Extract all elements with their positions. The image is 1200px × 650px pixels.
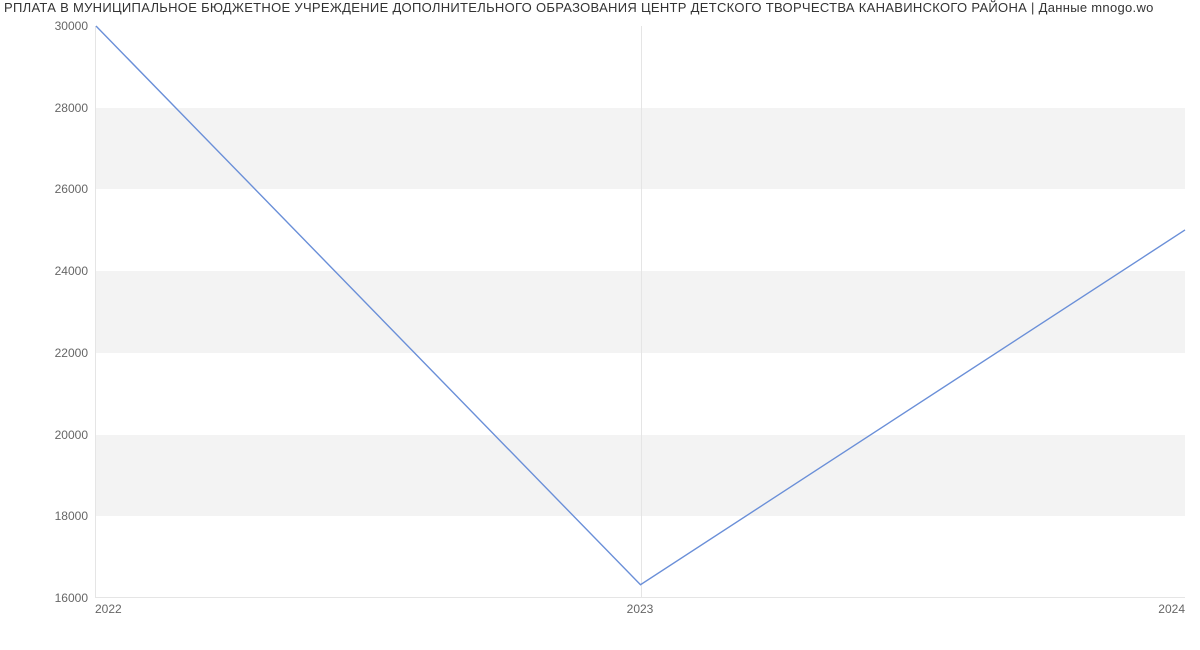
x-axis-tick: 2024 — [1158, 602, 1185, 616]
plot-container: 16000 18000 20000 22000 24000 26000 28000 30000… — [0, 18, 1200, 628]
y-axis-tick: 20000 — [8, 428, 88, 442]
y-axis-tick: 18000 — [8, 509, 88, 523]
y-axis-tick: 16000 — [8, 591, 88, 605]
x-axis-tick: 2023 — [627, 602, 654, 616]
plot-area — [95, 26, 1185, 598]
y-axis-tick: 24000 — [8, 264, 88, 278]
y-axis-tick: 26000 — [8, 182, 88, 196]
chart-title: РПЛАТА В МУНИЦИПАЛЬНОЕ БЮДЖЕТНОЕ УЧРЕЖДЕ… — [0, 0, 1200, 18]
y-axis-tick: 22000 — [8, 346, 88, 360]
line-series — [96, 26, 1185, 597]
y-axis-tick: 30000 — [8, 19, 88, 33]
x-axis-tick: 2022 — [95, 602, 122, 616]
y-axis-tick: 28000 — [8, 101, 88, 115]
